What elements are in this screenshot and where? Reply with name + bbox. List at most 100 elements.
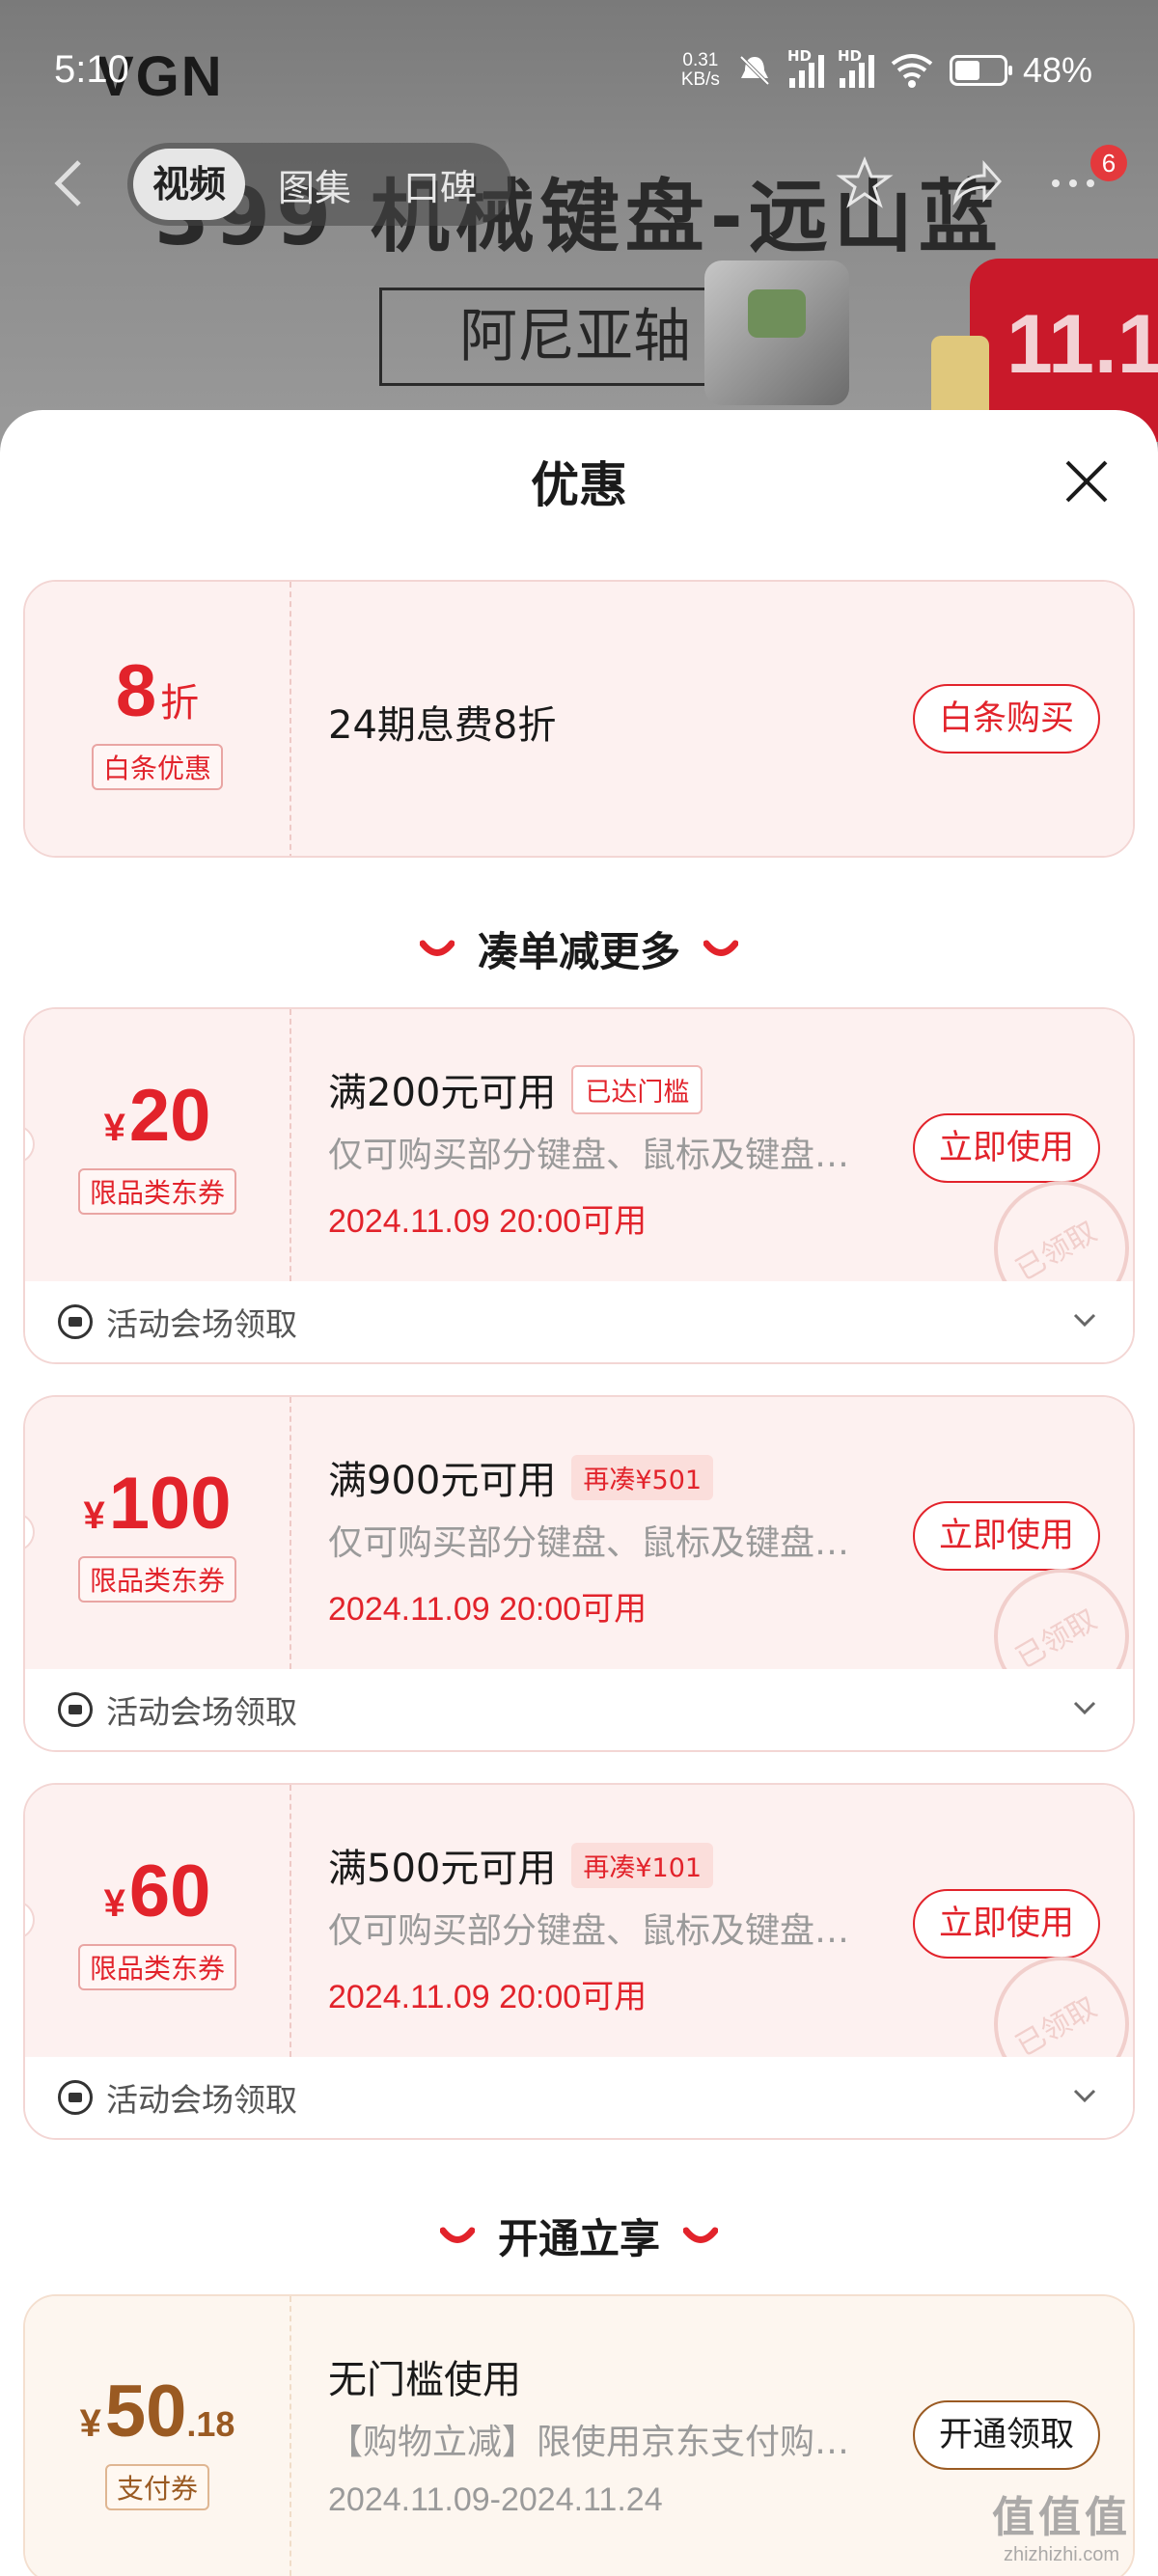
tab-reviews[interactable]: 口碑 [384, 158, 496, 211]
use-now-button[interactable]: 立即使用 [913, 1889, 1100, 1959]
coupon-source-row[interactable]: 活动会场领取 [25, 1281, 1133, 1362]
coupon-source-text: 活动会场领取 [106, 1305, 297, 1343]
network-speed-unit: KB/s [680, 69, 720, 90]
add-more-badge: 再凑¥101 [571, 1842, 714, 1888]
pay-coupon-tag: 支付券 [104, 2464, 209, 2510]
pay-coupon-condition-row: 无门槛使用 [328, 2348, 521, 2404]
switch-image [704, 260, 849, 405]
network-speed: 0.31 KB/s [681, 51, 720, 90]
chevron-down-icon[interactable] [1071, 1694, 1098, 1721]
pay-coupon-amount: ¥ 50 .18 [80, 2371, 235, 2453]
claimed-stamp-text: 已领取 [1010, 1215, 1103, 1288]
coupon-description: 仅可购买部分键盘、鼠标及键盘配件 [328, 1523, 878, 1563]
coupon-card: ¥ 60 限品类东券 满500元可用 再凑¥101 仅可购买部分键盘、鼠标及键盘… [23, 1783, 1135, 2140]
threshold-badge: 已达门槛 [571, 1064, 703, 1114]
section-title-open: 开通立享 [0, 2206, 1158, 2265]
status-icons: 0.31 KB/s HD HD 48% [681, 47, 1092, 91]
sheet-title: 优惠 [531, 457, 627, 513]
pay-coupon-amount-area: ¥ 50 .18 支付券 [25, 2296, 291, 2576]
claimed-stamp-text: 已领取 [1010, 1603, 1103, 1676]
tab-gallery[interactable]: 图集 [259, 158, 371, 211]
message-count-badge: 6 [1090, 145, 1127, 181]
pay-coupon-body: 无门槛使用 【购物立减】限使用京东支付购买商品 2024.11.09-2024.… [328, 2296, 907, 2576]
hd-label: HD [786, 47, 812, 65]
close-icon[interactable] [1058, 452, 1116, 510]
back-arrow-icon[interactable] [50, 154, 89, 212]
coupon-source-row[interactable]: 活动会场领取 [25, 2057, 1133, 2138]
baitiao-card: 8 折 白条优惠 24期息费8折 白条购买 [23, 580, 1135, 858]
use-now-button[interactable]: 立即使用 [913, 1113, 1100, 1183]
coupon-amount-value: 100 [108, 1463, 232, 1545]
coupon-time: 2024.11.09 20:00可用 [328, 1979, 648, 2015]
coupon-description: 仅可购买部分键盘、鼠标及键盘配件 [328, 1911, 878, 1951]
ticket-icon [58, 1692, 93, 1727]
baitiao-tag: 白条优惠 [91, 744, 223, 790]
coupon-card: ¥ 20 限品类东券 满200元可用 已达门槛 仅可购买部分键盘、鼠标及键盘配件… [23, 1007, 1135, 1364]
mute-bell-icon [739, 55, 770, 86]
product-banner-subtitle: 阿尼亚轴 [379, 288, 734, 386]
coupon-source-row[interactable]: 活动会场领取 [25, 1669, 1133, 1750]
discount-sheet: 优惠 8 折 白条优惠 24期息费8折 白条购买 凑单减更多 ¥ 20 限品类东… [0, 410, 1158, 2576]
section-title-more: 凑单减更多 [0, 919, 1158, 978]
coupon-amount: ¥ 20 [104, 1076, 211, 1157]
coupon-body: 满900元可用 再凑¥501 仅可购买部分键盘、鼠标及键盘配件 2024.11.… [328, 1397, 907, 1669]
status-bar: 5:10 0.31 KB/s HD HD 48% [0, 0, 1158, 135]
use-now-button[interactable]: 立即使用 [913, 1501, 1100, 1571]
battery-icon [949, 55, 1012, 86]
baitiao-text: 24期息费8折 [328, 703, 557, 748]
coupon-amount-area: ¥ 20 限品类东券 [25, 1009, 291, 1281]
ticket-icon [58, 1304, 93, 1339]
coupon-condition-row: 满500元可用 再凑¥101 [328, 1837, 714, 1893]
baitiao-buy-button[interactable]: 白条购买 [913, 684, 1100, 754]
section-title-open-text: 开通立享 [497, 2215, 660, 2262]
claimed-stamp-text: 已领取 [1010, 1990, 1103, 2064]
coupon-source-text: 活动会场领取 [106, 2081, 297, 2119]
signal-icon-2: HD [838, 47, 874, 88]
media-tabs: 视频 图集 口碑 [127, 143, 512, 226]
baitiao-amount-area: 8 折 白条优惠 [25, 582, 291, 856]
share-icon[interactable] [946, 154, 1004, 212]
currency-symbol: ¥ [103, 1882, 125, 1925]
pay-coupon-amount-decimal: .18 [186, 2404, 235, 2444]
coupon-amount-area: ¥ 100 限品类东券 [25, 1397, 291, 1669]
smile-decoration-icon [439, 2227, 475, 2243]
coupon-amount: ¥ 60 [104, 1851, 211, 1932]
battery-level: 48% [1022, 50, 1092, 90]
pay-coupon-amount-value: 50 [104, 2370, 187, 2453]
signal-icon-1: HD [787, 47, 824, 88]
baitiao-discount-value: 8 [115, 650, 157, 732]
coupon-source-text: 活动会场领取 [106, 1693, 297, 1731]
coupon-body: 满200元可用 已达门槛 仅可购买部分键盘、鼠标及键盘配件 2024.11.09… [328, 1009, 907, 1281]
chevron-down-icon[interactable] [1071, 1306, 1098, 1333]
pay-coupon-time: 2024.11.09-2024.11.24 [328, 2481, 663, 2518]
baitiao-discount-unit: 折 [160, 681, 200, 726]
watermark-mark: 值值值 [992, 2494, 1131, 2541]
coupon-condition: 满500元可用 [328, 1847, 557, 1891]
section-title-more-text: 凑单减更多 [477, 928, 680, 975]
coupon-condition-row: 满900元可用 再凑¥501 [328, 1449, 714, 1505]
baitiao-body: 24期息费8折 [328, 582, 907, 856]
coupon-condition: 满900元可用 [328, 1459, 557, 1503]
star-icon[interactable] [836, 154, 894, 212]
open-and-claim-button[interactable]: 开通领取 [913, 2400, 1100, 2470]
smile-decoration-icon [703, 940, 738, 956]
chevron-down-icon[interactable] [1071, 2082, 1098, 2109]
pay-coupon-condition: 无门槛使用 [328, 2358, 521, 2402]
pay-coupon-card: ¥ 50 .18 支付券 无门槛使用 【购物立减】限使用京东支付购买商品 202… [23, 2294, 1135, 2576]
baitiao-discount: 8 折 [116, 651, 199, 732]
smile-decoration-icon [683, 2227, 718, 2243]
tab-video[interactable]: 视频 [133, 149, 246, 220]
coupon-amount-area: ¥ 60 限品类东券 [25, 1785, 291, 2057]
currency-symbol: ¥ [103, 1107, 125, 1149]
site-watermark: 值值值 zhizhizhi.com [992, 2482, 1131, 2566]
coupon-amount-value: 60 [128, 1850, 211, 1932]
coupon-type-tag: 限品类东券 [77, 1168, 236, 1215]
watermark-url: zhizhizhi.com [1003, 2544, 1120, 2565]
ticket-icon [58, 2080, 93, 2115]
add-more-badge: 再凑¥501 [571, 1454, 714, 1500]
coupon-amount-value: 20 [128, 1075, 211, 1157]
coupon-condition-row: 满200元可用 已达门槛 [328, 1061, 703, 1117]
status-time: 5:10 [54, 48, 129, 91]
coupon-amount: ¥ 100 [83, 1464, 231, 1545]
currency-symbol: ¥ [79, 2402, 101, 2445]
